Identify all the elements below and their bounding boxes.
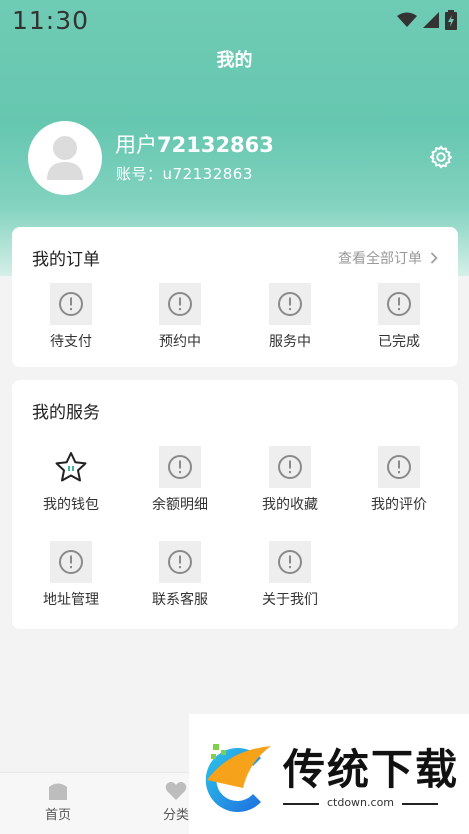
account-id: 账号：u72132863 (116, 163, 253, 184)
service-item-label: 地址管理 (43, 592, 99, 608)
wifi-icon (397, 12, 417, 27)
services-card: 我的服务 我的钱包 余额明细 我的收藏 我的评价 地址管理 联系客服 关于我们 (12, 380, 458, 629)
alert-circle-icon (159, 446, 201, 488)
page-title: 我的 (216, 50, 253, 71)
home-icon (49, 783, 67, 800)
service-item-label: 关于我们 (262, 592, 318, 608)
service-item-reviews[interactable]: 我的评价 (344, 446, 454, 514)
alert-circle-icon (159, 541, 201, 583)
signal-icon (423, 12, 439, 28)
service-item-balance-details[interactable]: 余额明细 (125, 446, 235, 514)
order-item-completed[interactable]: 已完成 (344, 283, 454, 351)
alert-circle-icon (378, 283, 420, 325)
watermark-overlay: 传统下载 ctdown.com (189, 714, 469, 834)
watermark-divider-right (402, 803, 438, 805)
alert-circle-icon (378, 446, 420, 488)
avatar[interactable] (28, 121, 102, 195)
settings-gear-icon[interactable] (428, 144, 454, 170)
user-name: 用户72132863 (115, 129, 274, 159)
order-item-label: 服务中 (269, 334, 311, 350)
tab-label: 分类 (162, 808, 189, 823)
account-value: u72132863 (162, 165, 253, 183)
service-item-about-us[interactable]: 关于我们 (235, 541, 345, 609)
watermark-title: 传统下载 (283, 745, 460, 794)
service-item-label: 我的收藏 (262, 497, 318, 513)
order-item-reserved[interactable]: 预约中 (125, 283, 235, 351)
order-item-label: 已完成 (378, 334, 420, 350)
alert-circle-icon (159, 283, 201, 325)
service-item-label: 我的钱包 (43, 497, 99, 513)
tab-home[interactable]: 首页 (28, 781, 88, 823)
star-icon (50, 446, 92, 488)
alert-circle-icon (269, 446, 311, 488)
order-item-label: 预约中 (159, 334, 201, 350)
battery-icon (445, 10, 457, 30)
services-title: 我的服务 (32, 403, 100, 423)
service-item-wallet[interactable]: 我的钱包 (16, 446, 126, 514)
order-item-pending-payment[interactable]: 待支付 (16, 283, 126, 351)
user-avatar-icon (47, 136, 83, 180)
tab-label: 首页 (44, 808, 71, 823)
orders-title: 我的订单 (32, 250, 100, 270)
service-item-label: 余额明细 (152, 497, 208, 513)
service-item-label: 我的评价 (371, 497, 427, 513)
user-name-prefix: 用户 (115, 133, 157, 157)
chevron-right-icon (430, 252, 438, 264)
user-name-number: 72132863 (157, 133, 274, 157)
view-all-orders-link[interactable]: 查看全部订单 (338, 248, 438, 268)
status-bar: 11:30 (0, 0, 469, 40)
service-item-favorites[interactable]: 我的收藏 (235, 446, 345, 514)
service-item-address[interactable]: 地址管理 (16, 541, 126, 609)
service-item-customer-service[interactable]: 联系客服 (125, 541, 235, 609)
status-icons (397, 10, 457, 30)
alert-circle-icon (50, 283, 92, 325)
order-item-in-service[interactable]: 服务中 (235, 283, 345, 351)
account-label: 账号： (116, 165, 163, 183)
order-item-label: 待支付 (50, 334, 92, 350)
status-time: 11:30 (12, 5, 90, 35)
alert-circle-icon (269, 283, 311, 325)
orders-card: 我的订单 查看全部订单 待支付 预约中 服务中 已完成 (12, 227, 458, 367)
alert-circle-icon (269, 541, 311, 583)
view-all-orders-label: 查看全部订单 (338, 251, 422, 267)
watermark-logo (205, 744, 271, 812)
service-item-label: 联系客服 (152, 592, 208, 608)
heart-icon (165, 781, 187, 800)
alert-circle-icon (50, 541, 92, 583)
